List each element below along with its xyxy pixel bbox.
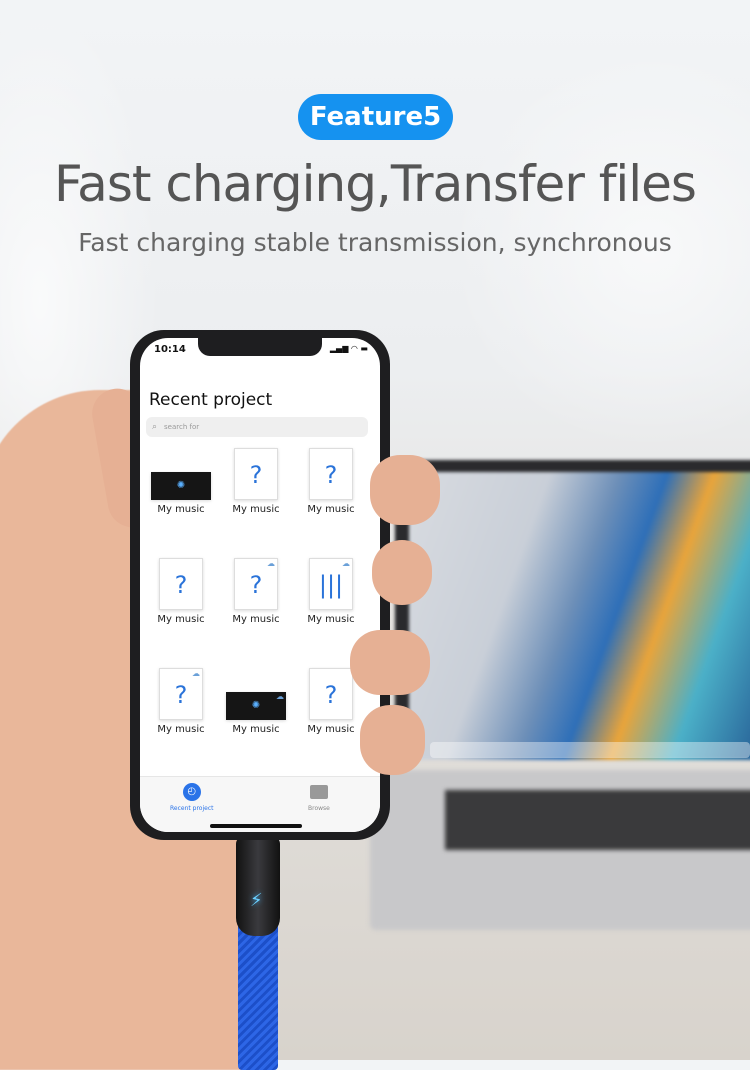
cloud-icon: ☁ — [192, 669, 200, 678]
folder-icon — [309, 785, 328, 799]
laptop — [395, 460, 750, 760]
cloud-icon: ☁ — [342, 559, 350, 568]
search-icon: ⌕ — [152, 422, 158, 432]
file-item[interactable]: ✺ My music — [143, 448, 219, 515]
file-label: My music — [157, 504, 205, 515]
unknown-file-icon: ? — [309, 668, 353, 720]
feature-badge: Feature5 — [298, 94, 453, 140]
search-input[interactable]: ⌕ search for — [146, 417, 368, 437]
file-item[interactable]: ? My music — [218, 448, 294, 515]
image-file-icon: ✺ ☁ — [226, 692, 286, 720]
file-label: My music — [157, 614, 205, 625]
unknown-file-icon: ? — [159, 558, 203, 610]
file-label: My music — [157, 724, 205, 735]
home-indicator — [210, 824, 302, 828]
clock-icon: ◴ — [182, 783, 201, 801]
file-item[interactable]: ? My music — [293, 448, 369, 515]
lightning-icon: ⚡ — [250, 890, 263, 911]
notch — [198, 338, 322, 356]
file-item[interactable]: ||| ☁ My music — [293, 558, 369, 625]
file-label: My music — [232, 504, 280, 515]
cloud-icon: ☁ — [276, 692, 284, 701]
page-title: Recent project — [149, 390, 273, 410]
unknown-file-icon: ? — [309, 448, 353, 500]
image-file-icon: ✺ — [151, 472, 211, 500]
file-item[interactable]: ? My music — [143, 558, 219, 625]
search-placeholder: search for — [164, 423, 200, 431]
file-label: My music — [307, 614, 355, 625]
tab-recent-project[interactable]: ◴ Recent project — [170, 783, 213, 812]
headline: Fast charging,Transfer files — [54, 155, 697, 213]
phone-screen: 10:14 ▂▄▆ ◠ ▬ Recent project ⌕ search for… — [140, 338, 380, 832]
finger — [370, 455, 440, 525]
file-item[interactable]: ✺ ☁ My music — [218, 668, 294, 735]
status-icons: ▂▄▆ ◠ ▬ — [329, 344, 368, 353]
laptop-dock — [430, 742, 750, 758]
subheadline: Fast charging stable transmission, synch… — [78, 228, 672, 257]
tab-browse[interactable]: Browse — [308, 783, 330, 812]
audio-file-icon: ||| ☁ — [309, 558, 353, 610]
keyboard — [445, 790, 750, 850]
cloud-icon: ☁ — [267, 559, 275, 568]
finger — [350, 630, 430, 695]
unknown-file-icon: ? ☁ — [234, 558, 278, 610]
magnetic-connector — [236, 836, 280, 936]
file-item[interactable]: ? ☁ My music — [143, 668, 219, 735]
finger — [360, 705, 425, 775]
file-label: My music — [232, 724, 280, 735]
status-time: 10:14 — [154, 344, 186, 355]
file-label: My music — [307, 504, 355, 515]
phone: 10:14 ▂▄▆ ◠ ▬ Recent project ⌕ search for… — [130, 330, 390, 840]
unknown-file-icon: ? — [234, 448, 278, 500]
file-item[interactable]: ? ☁ My music — [218, 558, 294, 625]
finger — [372, 540, 432, 605]
unknown-file-icon: ? ☁ — [159, 668, 203, 720]
tab-bar: ◴ Recent project Browse — [140, 776, 380, 832]
laptop-screen — [409, 472, 750, 760]
tab-label: Browse — [308, 805, 330, 812]
tab-label: Recent project — [170, 805, 214, 812]
file-label: My music — [307, 724, 355, 735]
file-label: My music — [232, 614, 280, 625]
